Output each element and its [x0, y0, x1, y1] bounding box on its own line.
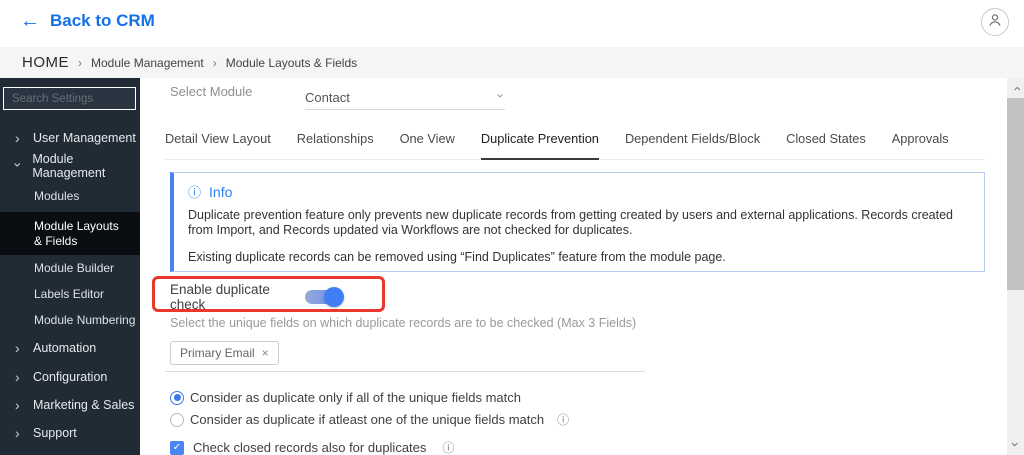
info-paragraph-2: Existing duplicate records can be remove…: [188, 250, 726, 264]
toggle-knob: [324, 287, 344, 307]
chevron-down-icon: ›: [1007, 442, 1024, 447]
sidebar-item-module-layouts-fields[interactable]: Module Layouts & Fields: [0, 212, 140, 255]
breadcrumb-module-management[interactable]: Module Management: [91, 56, 204, 70]
module-select-dropdown[interactable]: Contact ›: [305, 86, 509, 110]
sidebar-item-support[interactable]: › Support: [0, 419, 140, 447]
radio-selected-icon: [170, 390, 184, 405]
tab-approvals[interactable]: Approvals: [892, 131, 949, 159]
radio-label: Consider as duplicate only if all of the…: [190, 390, 521, 405]
back-to-crm-link[interactable]: ← Back to CRM: [20, 11, 155, 31]
sidebar-item-label: Module Management: [32, 152, 106, 180]
sidebar-item-marketing-sales[interactable]: › Marketing & Sales: [0, 391, 140, 419]
chevron-right-icon: ›: [15, 340, 20, 356]
chevron-right-icon: ›: [15, 425, 20, 441]
sidebar-item-label: Module Layouts & Fields: [34, 218, 119, 248]
sidebar-item-automation[interactable]: › Automation: [0, 333, 140, 363]
search-settings-input[interactable]: [3, 87, 136, 110]
info-icon: ⓘ: [188, 185, 202, 200]
breadcrumb-separator: ›: [78, 55, 82, 70]
sidebar-item-label: Configuration: [33, 370, 108, 384]
chevron-up-icon: ›: [1007, 86, 1024, 91]
sidebar-item-user-management[interactable]: › User Management: [0, 124, 140, 152]
radio-atleast-one-match[interactable]: Consider as duplicate if atleast one of …: [170, 411, 569, 428]
enable-duplicate-check-toggle[interactable]: [305, 287, 344, 307]
checkbox-label: Check closed records also for duplicates: [193, 440, 427, 455]
sidebar-item-label: Support: [33, 426, 77, 440]
chevron-right-icon: ›: [15, 369, 20, 385]
breadcrumb: HOME › Module Management › Module Layout…: [0, 47, 1024, 78]
info-banner: ⓘ Info Duplicate prevention feature only…: [170, 172, 985, 272]
sidebar-item-label: User Management: [33, 131, 136, 145]
unique-fields-input-underline[interactable]: [165, 371, 645, 372]
check-icon: ✓: [172, 442, 182, 453]
back-to-crm-label: Back to CRM: [50, 11, 155, 30]
info-banner-title: ⓘ Info: [188, 182, 970, 201]
selected-field-tag: Primary Email ×: [170, 341, 279, 365]
info-icon: ⓘ: [442, 441, 455, 455]
scrollbar-down-arrow[interactable]: ›: [1007, 439, 1024, 453]
chevron-down-icon: ›: [10, 162, 27, 168]
user-icon: [986, 11, 1004, 34]
tab-one-view[interactable]: One View: [400, 131, 455, 159]
sidebar-nav: › User Management › Module Management Mo…: [0, 124, 140, 447]
page-body: › User Management › Module Management Mo…: [0, 78, 1024, 455]
topbar: ← Back to CRM: [0, 0, 1024, 47]
sidebar-item-configuration[interactable]: › Configuration: [0, 363, 140, 391]
tab-duplicate-prevention[interactable]: Duplicate Prevention: [480, 131, 599, 160]
sidebar-item-module-builder[interactable]: Module Builder: [0, 255, 140, 281]
select-module-label: Select Module: [170, 84, 253, 99]
sidebar-item-label: Labels Editor: [34, 287, 105, 301]
info-title-text: Info: [209, 183, 233, 200]
breadcrumb-separator: ›: [212, 55, 217, 70]
radio-label: Consider as duplicate if atleast one of …: [190, 412, 545, 427]
app-screen: ← Back to CRM HOME › Module Management ›…: [0, 0, 1024, 455]
check-closed-records-row[interactable]: ✓ Check closed records also for duplicat…: [170, 439, 454, 455]
scrollbar-thumb[interactable]: [1007, 98, 1024, 290]
module-select-value: Contact: [305, 90, 350, 105]
unique-fields-hint: Select the unique fields on which duplic…: [170, 316, 637, 330]
vertical-scrollbar: › ›: [1007, 78, 1024, 455]
chevron-down-icon: ›: [493, 93, 509, 98]
scrollbar-up-arrow[interactable]: ›: [1007, 80, 1024, 94]
tab-relationships[interactable]: Relationships: [297, 131, 374, 159]
tab-detail-view-layout[interactable]: Detail View Layout: [165, 131, 271, 159]
sidebar-item-module-management[interactable]: › Module Management: [0, 152, 140, 180]
chevron-right-icon: ›: [15, 130, 20, 146]
sidebar-item-module-numbering[interactable]: Module Numbering: [0, 307, 140, 333]
info-paragraph-1: Duplicate prevention feature only preven…: [188, 208, 954, 237]
remove-field-icon[interactable]: ×: [262, 346, 269, 360]
checkbox-checked-icon: ✓: [170, 440, 184, 455]
radio-all-fields-match[interactable]: Consider as duplicate only if all of the…: [170, 390, 521, 405]
radio-unselected-icon: [170, 412, 184, 427]
tab-bar: Detail View Layout Relationships One Vie…: [165, 131, 985, 160]
breadcrumb-home[interactable]: HOME: [22, 54, 69, 71]
sidebar-item-label: Marketing & Sales: [33, 398, 135, 412]
main-content: Select Module Contact › Detail View Layo…: [140, 78, 1007, 455]
tab-dependent-fields-block[interactable]: Dependent Fields/Block: [625, 131, 760, 159]
arrow-left-icon: ←: [20, 10, 40, 32]
breadcrumb-module-layouts-fields: Module Layouts & Fields: [225, 55, 358, 70]
info-icon: ⓘ: [557, 413, 570, 427]
selected-field-label: Primary Email: [180, 346, 255, 360]
chevron-right-icon: ›: [15, 397, 20, 413]
sidebar-item-label: Module Builder: [34, 261, 115, 275]
sidebar-item-label: Module Numbering: [34, 313, 136, 327]
tab-closed-states[interactable]: Closed States: [786, 131, 866, 159]
settings-sidebar: › User Management › Module Management Mo…: [0, 78, 140, 455]
sidebar-item-label: Automation: [33, 341, 97, 355]
sidebar-item-labels-editor[interactable]: Labels Editor: [0, 281, 140, 307]
sidebar-item-label: Modules: [34, 189, 80, 203]
sidebar-item-modules[interactable]: Modules: [0, 180, 140, 212]
enable-duplicate-check-row: Enable duplicate check: [170, 282, 344, 312]
enable-duplicate-check-label: Enable duplicate check: [170, 282, 270, 312]
user-avatar[interactable]: [981, 8, 1009, 36]
